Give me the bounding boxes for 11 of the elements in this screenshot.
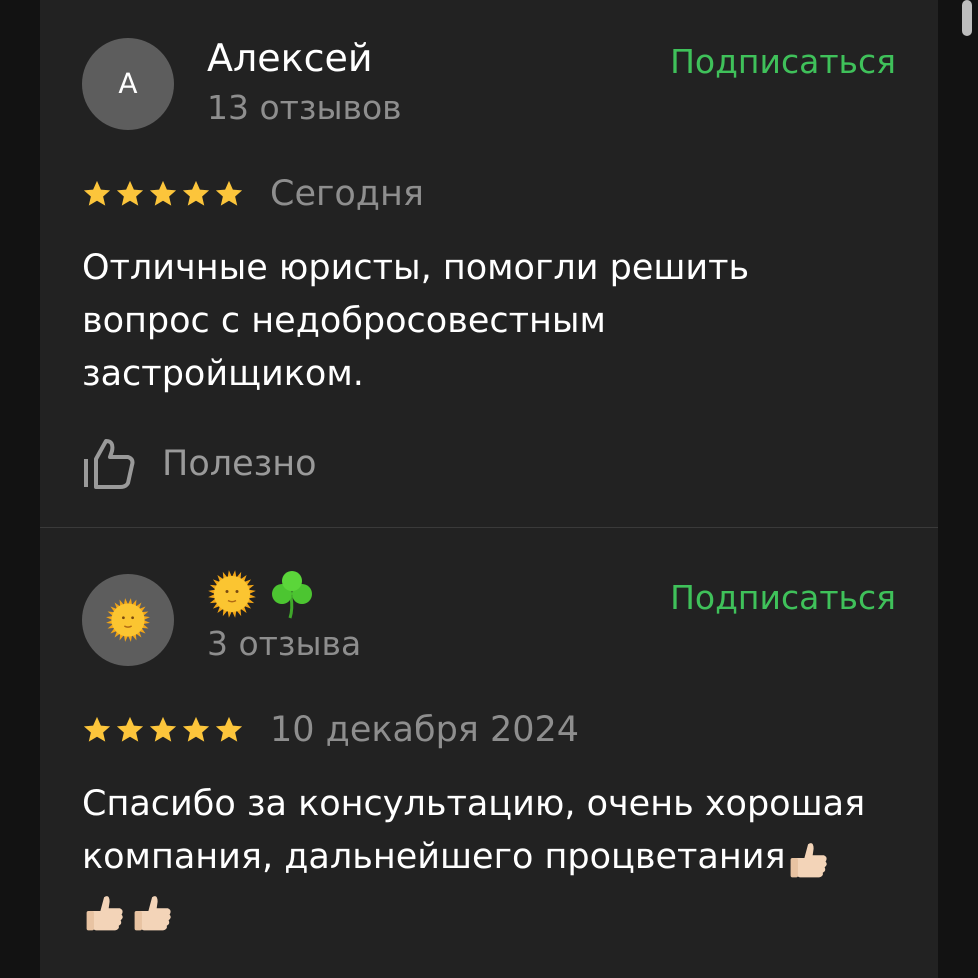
review-date: Сегодня (270, 172, 424, 216)
avatar: А (82, 38, 174, 130)
review-date: 10 декабря 2024 (270, 708, 580, 752)
subscribe-button[interactable]: Подписаться (670, 42, 896, 82)
review-text: Отличные юристы, помогли решить вопрос с недобросовестным застройщиком. (82, 247, 750, 396)
reviewer-name[interactable]: Алексей (207, 38, 373, 78)
review-count: 3 отзыва (207, 624, 362, 664)
review-text: Спасибо за консультацию, очень хорошая компания, дальнейшего процветания (82, 778, 887, 937)
helpful-button[interactable]: Полезно (82, 437, 317, 491)
review-count: 13 отзывов (207, 88, 402, 128)
subscribe-button[interactable]: Подписаться (670, 578, 896, 618)
